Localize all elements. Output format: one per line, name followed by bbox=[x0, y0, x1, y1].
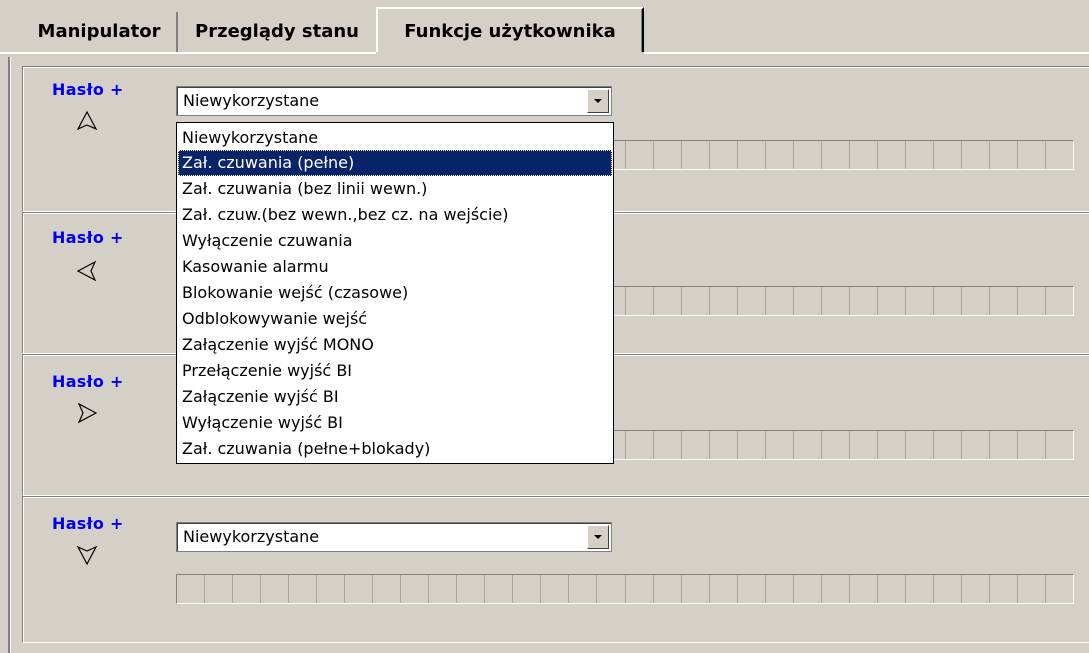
dropdown-option[interactable]: Załączenie wyjść MONO bbox=[178, 332, 612, 358]
tab-funkcje-uzytkownika[interactable]: Funkcje użytkownika bbox=[376, 7, 644, 52]
arrow-left-icon bbox=[76, 260, 97, 282]
dropdown-option[interactable]: Wyłączenie czuwania bbox=[178, 228, 612, 254]
dropdown-option-selected[interactable]: Zał. czuwania (pełne) bbox=[178, 150, 612, 176]
dropdown-option[interactable]: Zał. czuwania (bez linii wewn.) bbox=[178, 176, 612, 202]
haslo-label: Hasło + bbox=[52, 80, 124, 99]
haslo-label: Hasło + bbox=[52, 228, 124, 247]
dropdown-option[interactable]: Odblokowywanie wejść bbox=[178, 306, 612, 332]
arrow-right-icon bbox=[77, 402, 98, 424]
arrow-down-icon bbox=[76, 545, 98, 566]
tab-bar: Manipulator Przeglądy stanu Funkcje użyt… bbox=[0, 0, 1089, 56]
chevron-down-icon bbox=[594, 535, 602, 539]
tab-divider bbox=[644, 52, 1089, 54]
tab-divider bbox=[0, 52, 376, 54]
code-strip-down[interactable] bbox=[176, 574, 1074, 604]
haslo-label: Hasło + bbox=[52, 372, 124, 391]
chevron-down-icon bbox=[594, 99, 602, 103]
dropdown-option[interactable]: Załączenie wyjść BI bbox=[178, 384, 612, 410]
dropdown-option[interactable]: Zał. czuw.(bez wewn.,bez cz. na wejście) bbox=[178, 202, 612, 228]
function-select-value: Niewykorzystane bbox=[183, 527, 320, 546]
function-select-down[interactable]: Niewykorzystane bbox=[176, 522, 612, 552]
haslo-label: Hasło + bbox=[52, 514, 124, 533]
tab-manipulator[interactable]: Manipulator bbox=[22, 12, 176, 52]
tab-przeglady-stanu[interactable]: Przeglądy stanu bbox=[176, 12, 376, 52]
dropdown-button[interactable] bbox=[587, 525, 609, 549]
dropdown-option[interactable]: Niewykorzystane bbox=[178, 125, 612, 151]
function-group-down bbox=[22, 496, 1089, 643]
dropdown-option[interactable]: Kasowanie alarmu bbox=[178, 254, 612, 280]
dropdown-option[interactable]: Blokowanie wejść (czasowe) bbox=[178, 280, 612, 306]
panel-border bbox=[10, 57, 11, 653]
dropdown-option[interactable]: Wyłączenie wyjść BI bbox=[178, 410, 612, 436]
arrow-up-icon bbox=[76, 110, 98, 131]
function-dropdown-list[interactable]: Niewykorzystane Zał. czuwania (pełne) Za… bbox=[176, 122, 614, 464]
dropdown-button[interactable] bbox=[587, 89, 609, 113]
function-select-up[interactable]: Niewykorzystane bbox=[176, 86, 612, 116]
dropdown-option[interactable]: Przełączenie wyjść BI bbox=[178, 358, 612, 384]
dropdown-option[interactable]: Zał. czuwania (pełne+blokady) bbox=[178, 436, 612, 462]
function-select-value: Niewykorzystane bbox=[183, 91, 320, 110]
